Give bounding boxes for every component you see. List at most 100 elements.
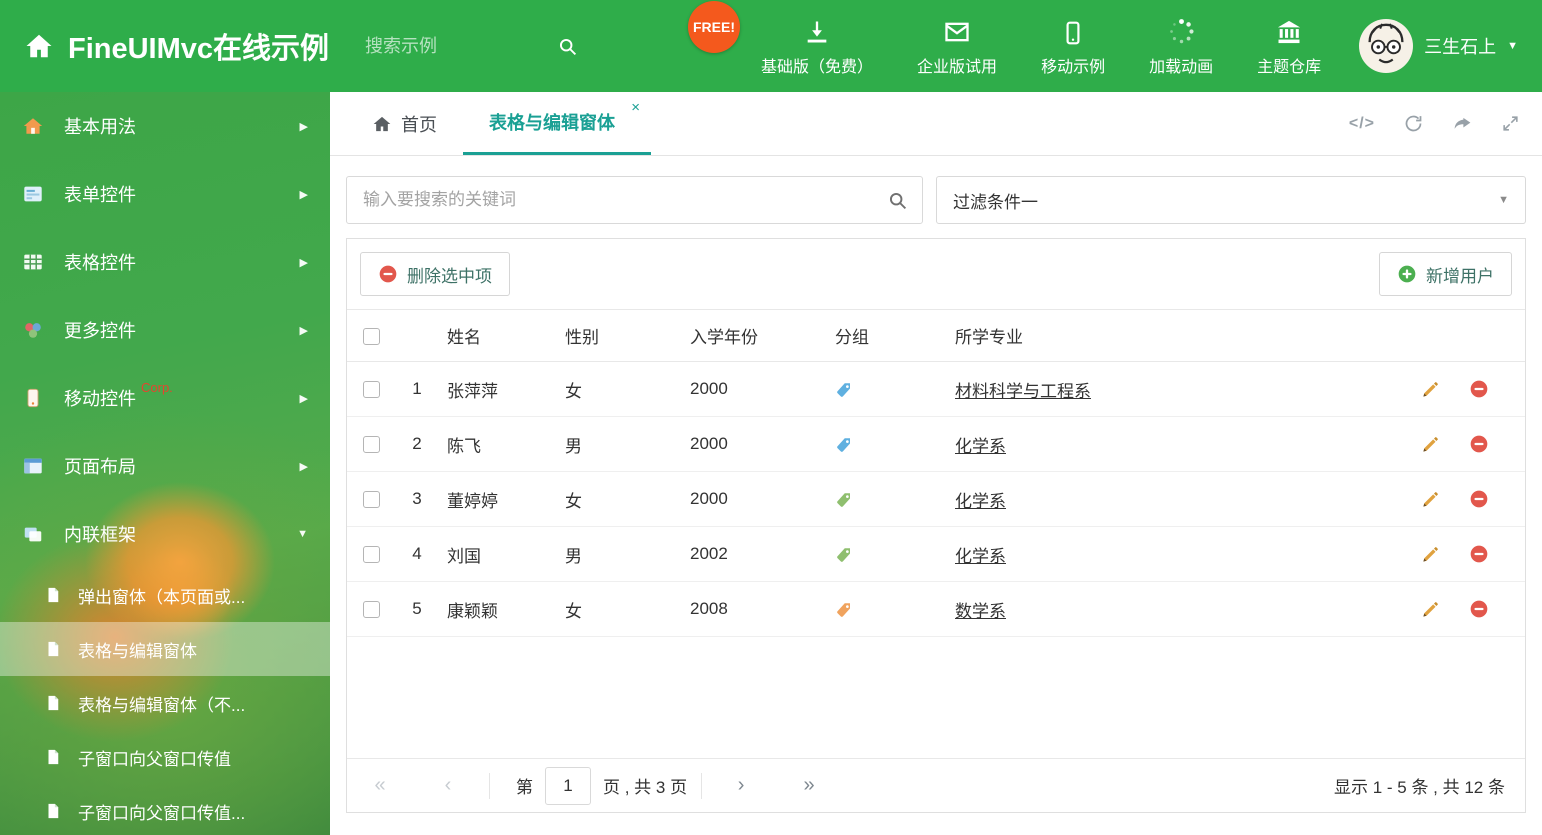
cell-gender: 女 xyxy=(557,581,682,637)
header-search-input[interactable] xyxy=(363,34,548,58)
col-index xyxy=(395,309,439,362)
major-link[interactable]: 化学系 xyxy=(955,437,1006,456)
delete-row-icon[interactable] xyxy=(1469,434,1489,454)
col-name: 姓名 xyxy=(439,309,557,362)
chevron-right-icon: ▶ xyxy=(299,120,308,133)
delete-row-icon[interactable] xyxy=(1469,544,1489,564)
cell-name: 张萍萍 xyxy=(439,361,557,417)
edit-icon[interactable] xyxy=(1421,600,1440,619)
nav-label: 主题仓库 xyxy=(1257,58,1322,76)
filter-select-value: 过滤条件一 xyxy=(953,192,1038,212)
sidebar-subitem-grid-edit-window[interactable]: 表格与编辑窗体 xyxy=(0,622,330,676)
sidebar-subitem-popup-window[interactable]: 弹出窗体（本页面或... xyxy=(0,568,330,622)
close-icon[interactable]: × xyxy=(631,99,640,116)
refresh-icon[interactable] xyxy=(1403,113,1424,134)
filter-select[interactable]: 过滤条件一 ▼ xyxy=(936,176,1526,224)
cell-year: 2000 xyxy=(682,471,827,527)
code-icon[interactable]: </> xyxy=(1349,115,1375,133)
keyword-search-input[interactable] xyxy=(361,189,887,211)
nav-label: 加载动画 xyxy=(1149,58,1214,76)
minus-circle-icon xyxy=(378,264,398,284)
page-number-input[interactable] xyxy=(545,766,591,805)
nav-item-mobile-demo[interactable]: 移动示例 xyxy=(1041,16,1105,77)
share-forward-icon[interactable] xyxy=(1452,113,1473,134)
delete-row-icon[interactable] xyxy=(1469,599,1489,619)
pager-divider xyxy=(489,772,490,799)
delete-selected-button[interactable]: 删除选中项 xyxy=(360,252,510,296)
avatar xyxy=(1359,19,1414,73)
mobile-icon xyxy=(1060,16,1086,46)
edit-icon[interactable] xyxy=(1421,380,1440,399)
row-checkbox[interactable] xyxy=(363,546,380,564)
record-summary: 显示 1 - 5 条 , 共 12 条 xyxy=(1334,778,1505,797)
sidebar-subitem-grid-edit-window-2[interactable]: 表格与编辑窗体（不... xyxy=(0,676,330,730)
cell-gender: 女 xyxy=(557,361,682,417)
add-user-button[interactable]: 新增用户 xyxy=(1379,252,1512,296)
header-nav: 基础版（免费） 企业版试用 移动示例 加载动画 主题仓库 xyxy=(761,16,1321,77)
delete-row-icon[interactable] xyxy=(1469,379,1489,399)
chevron-right-icon: ▶ xyxy=(299,460,308,473)
app-title: FineUIMvc在线示例 xyxy=(68,33,330,65)
data-grid: 姓名 性别 入学年份 分组 所学专业 1 张萍萍 女 2000 材料科学与工程系… xyxy=(347,309,1525,637)
sidebar-subitem-child-to-parent-2[interactable]: 子窗口向父窗口传值... xyxy=(0,784,330,835)
frame-icon xyxy=(22,523,52,545)
user-menu[interactable]: 三生石上 ▼ xyxy=(1359,19,1518,73)
search-icon[interactable] xyxy=(887,190,908,211)
edit-icon[interactable] xyxy=(1421,435,1440,454)
top-header: FineUIMvc在线示例 FREE! 基础版（免费） 企业版试用 xyxy=(0,0,1542,92)
tab-home[interactable]: 首页 xyxy=(346,92,463,155)
plus-circle-icon xyxy=(1397,264,1417,284)
table-row: 5 康颖颖 女 2008 数学系 xyxy=(347,581,1525,637)
tab-toolbar: </> xyxy=(1349,92,1520,155)
sidebar-item-grid-controls[interactable]: 表格控件 ▶ xyxy=(0,228,330,296)
major-link[interactable]: 化学系 xyxy=(955,547,1006,566)
sidebar-subitem-child-to-parent[interactable]: 子窗口向父窗口传值 xyxy=(0,730,330,784)
brand[interactable]: FineUIMvc在线示例 xyxy=(24,25,329,67)
sidebar-item-page-layout[interactable]: 页面布局 ▶ xyxy=(0,432,330,500)
row-checkbox[interactable] xyxy=(363,491,380,509)
main-content: 首页 表格与编辑窗体 × </> 输入要搜索的关键词 过滤条件一 ▼ 删除选中项… xyxy=(330,92,1542,835)
nav-label: 移动示例 xyxy=(1041,58,1106,76)
header-search[interactable] xyxy=(363,34,578,58)
sidebar-item-more-controls[interactable]: 更多控件 ▶ xyxy=(0,296,330,364)
col-group: 分组 xyxy=(827,309,947,362)
file-icon xyxy=(44,694,68,712)
cell-year: 2008 xyxy=(682,581,827,637)
major-link[interactable]: 化学系 xyxy=(955,492,1006,511)
major-link[interactable]: 数学系 xyxy=(955,602,1006,621)
edit-icon[interactable] xyxy=(1421,490,1440,509)
select-all-checkbox[interactable] xyxy=(363,327,380,345)
nav-item-basic-edition[interactable]: 基础版（免费） xyxy=(761,16,873,77)
grid-panel: 删除选中项 新增用户 姓名 性别 入学年份 分组 所学专业 1 张萍萍 女 20… xyxy=(346,238,1526,813)
nav-item-loading-animations[interactable]: 加载动画 xyxy=(1149,16,1213,77)
delete-row-icon[interactable] xyxy=(1469,489,1489,509)
major-link[interactable]: 材料科学与工程系 xyxy=(955,382,1091,401)
edit-icon[interactable] xyxy=(1421,545,1440,564)
sidebar-item-form-controls[interactable]: 表单控件 ▶ xyxy=(0,160,330,228)
sidebar-item-iframe[interactable]: 内联框架 ▼ xyxy=(0,500,330,568)
tab-grid-edit-window[interactable]: 表格与编辑窗体 × xyxy=(463,92,651,155)
tag-icon xyxy=(835,601,853,619)
first-page-button[interactable]: « xyxy=(367,774,393,797)
chevron-right-icon: ▶ xyxy=(299,256,308,269)
sidebar-item-basic-usage[interactable]: 基本用法 ▶ xyxy=(0,92,330,160)
next-page-button[interactable]: › xyxy=(728,774,754,797)
search-icon[interactable] xyxy=(557,36,578,57)
expand-icon[interactable] xyxy=(1501,114,1520,133)
row-checkbox[interactable] xyxy=(363,601,380,619)
nav-item-theme-repository[interactable]: 主题仓库 xyxy=(1257,16,1321,77)
cell-name: 董婷婷 xyxy=(439,471,557,527)
free-badge: FREE! xyxy=(688,1,740,53)
last-page-button[interactable]: » xyxy=(796,774,822,797)
col-actions xyxy=(1397,309,1525,362)
keyword-search[interactable] xyxy=(346,176,923,224)
widgets-icon xyxy=(22,319,52,341)
row-checkbox[interactable] xyxy=(363,436,380,454)
prev-page-button[interactable]: ‹ xyxy=(435,774,461,797)
row-index: 1 xyxy=(395,361,439,417)
home-icon xyxy=(22,115,52,137)
tag-icon xyxy=(835,491,853,509)
sidebar-item-mobile-controls[interactable]: 移动控件 Corp. ▶ xyxy=(0,364,330,432)
row-checkbox[interactable] xyxy=(363,381,380,399)
nav-item-enterprise-trial[interactable]: 企业版试用 xyxy=(917,16,997,77)
